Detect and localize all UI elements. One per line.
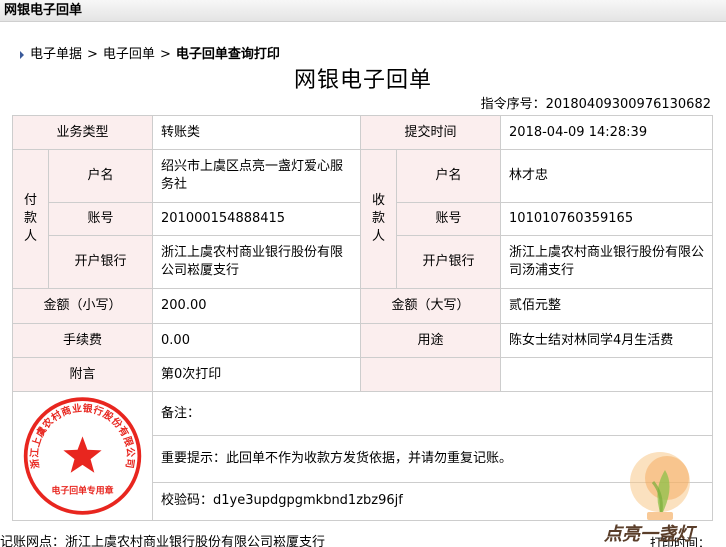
postscript-empty-label bbox=[360, 357, 502, 392]
payee-bank-value: 浙江上虞农村商业银行股份有限公司汤浦支行 bbox=[500, 235, 714, 289]
payee-bank-label: 开户银行 bbox=[396, 235, 502, 289]
breadcrumb-item-current: 电子回单查询打印 bbox=[175, 47, 280, 62]
submit-time-label: 提交时间 bbox=[360, 115, 502, 150]
table-row: 付款人 户名 绍兴市上虞区点亮一盏灯爱心服务社 收款人 户名 林才忠 bbox=[12, 149, 714, 289]
payee-account-value: 101010760359165 bbox=[500, 202, 714, 236]
submit-time-value: 2018-04-09 14:28:39 bbox=[500, 115, 714, 150]
payee-account-label: 账号 bbox=[396, 202, 502, 236]
breadcrumb-separator: > bbox=[159, 47, 171, 62]
table-row: 手续费 0.00 用途 陈女士结对林同学4月生活费 bbox=[11, 323, 714, 358]
receipt-table: 业务类型 转账类 提交时间 2018-04-09 14:28:39 付款人 户名… bbox=[11, 115, 714, 522]
fee-value: 0.00 bbox=[152, 323, 362, 358]
purpose-value: 陈女士结对林同学4月生活费 bbox=[500, 323, 714, 358]
table-row: 业务类型 转账类 提交时间 2018-04-09 14:28:39 bbox=[11, 115, 714, 150]
amount-big-value: 贰佰元整 bbox=[500, 288, 714, 324]
breadcrumb-arrow-icon bbox=[20, 51, 24, 59]
payer-account-label: 账号 bbox=[47, 202, 154, 236]
payee-name-label: 户名 bbox=[396, 149, 502, 203]
serial-value: 20180409300976130682 bbox=[545, 97, 711, 112]
table-row: 金额（小写） 200.00 金额（大写） 贰佰元整 bbox=[11, 288, 714, 324]
serial-label: 指令序号： bbox=[480, 97, 546, 112]
purpose-label: 用途 bbox=[360, 323, 502, 358]
check-code: 校验码：d1ye3updgpgmkbnd1zbz96jf bbox=[152, 481, 714, 522]
breadcrumb-item-documents[interactable]: 电子单据 bbox=[30, 46, 82, 64]
seal-bottom-text: 电子回单专用章 bbox=[52, 484, 114, 496]
breadcrumb: 电子单据 > 电子回单 > 电子回单查询打印 bbox=[20, 46, 280, 64]
seal-star-icon bbox=[63, 436, 102, 473]
fee-label: 手续费 bbox=[11, 323, 154, 358]
remark-cell: 备注： bbox=[152, 390, 714, 437]
table-row: 附言 第0次打印 bbox=[11, 357, 714, 392]
window-title: 网银电子回单 bbox=[0, 0, 726, 22]
postscript-value: 第0次打印 bbox=[152, 357, 362, 392]
payer-name-value: 绍兴市上虞区点亮一盏灯爱心服务社 bbox=[152, 149, 362, 203]
amount-small-label: 金额（小写） bbox=[11, 288, 154, 324]
business-type-value: 转账类 bbox=[152, 115, 362, 150]
serial-number: 指令序号：20180409300976130682 bbox=[481, 97, 711, 113]
important-tip: 重要提示：此回单不作为收款方发货依据，并请勿重复记账。 bbox=[152, 435, 714, 483]
payee-name-value: 林才忠 bbox=[500, 149, 714, 203]
document-title: 网银电子回单 bbox=[293, 68, 432, 93]
payer-account-value: 201000154888415 bbox=[152, 202, 362, 236]
amount-big-label: 金额（大写） bbox=[360, 288, 502, 324]
bank-seal-icon: 浙江上虞农村商业银行股份有限公司 电子回单专用章 bbox=[23, 397, 142, 515]
payer-bank-label: 开户银行 bbox=[47, 235, 154, 289]
postscript-label: 附言 bbox=[11, 357, 154, 392]
postscript-empty-value bbox=[500, 357, 714, 392]
table-row: 浙江上虞农村商业银行股份有限公司 电子回单专用章 备注： bbox=[11, 390, 714, 521]
payer-bank-value: 浙江上虞农村商业银行股份有限公司崧厦支行 bbox=[152, 235, 362, 289]
business-type-label: 业务类型 bbox=[11, 115, 154, 150]
breadcrumb-item-receipts[interactable]: 电子回单 bbox=[103, 46, 155, 64]
breadcrumb-separator: > bbox=[87, 47, 98, 62]
payer-group-label: 付款人 bbox=[12, 149, 49, 289]
amount-small-value: 200.00 bbox=[152, 288, 362, 324]
branch-footer: 记账网点：浙江上虞农村商业银行股份有限公司崧厦支行 bbox=[0, 535, 326, 547]
seal-cell: 浙江上虞农村商业银行股份有限公司 电子回单专用章 bbox=[11, 391, 154, 521]
payer-name-label: 户名 bbox=[47, 149, 154, 203]
payee-group-label: 收款人 bbox=[360, 149, 398, 289]
watermark-text: 点亮一盏灯 bbox=[604, 524, 694, 545]
